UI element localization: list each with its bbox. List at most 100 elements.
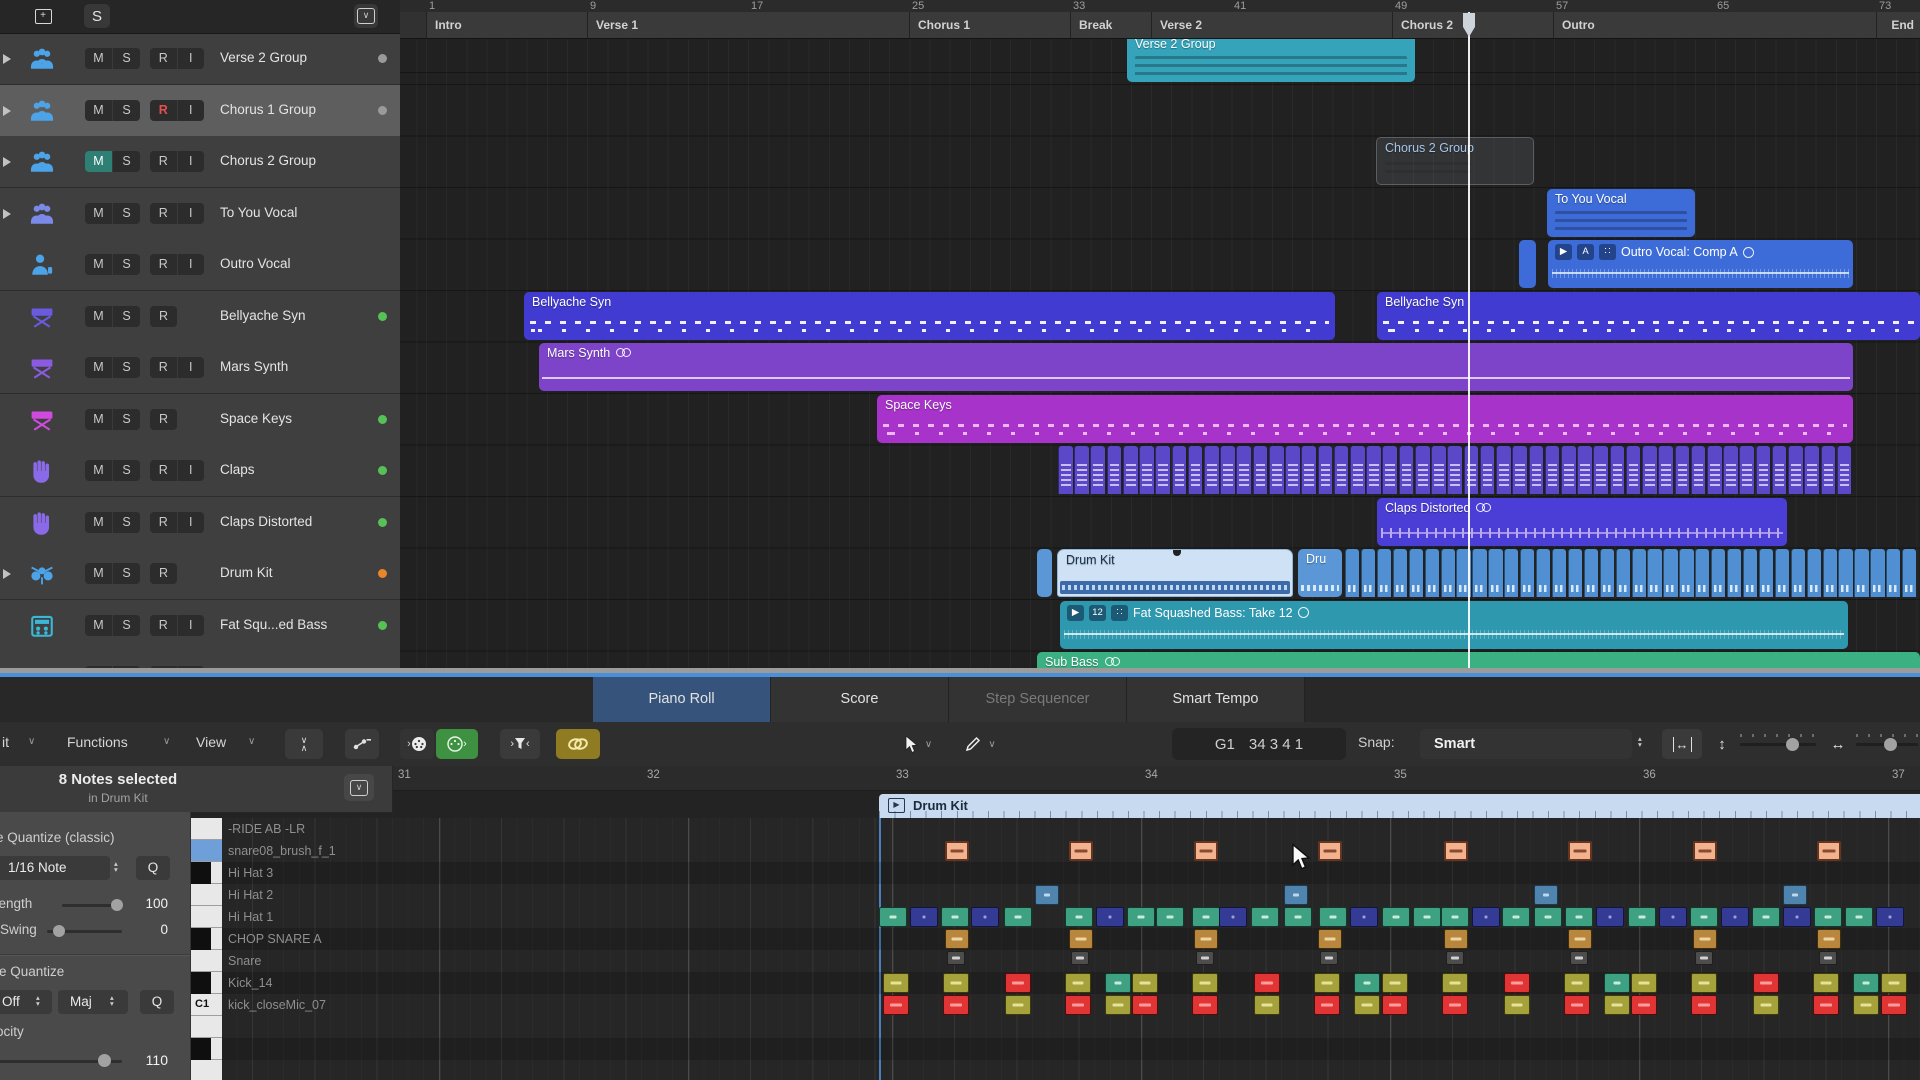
take-circle-icon[interactable]: [1743, 247, 1754, 258]
note-olive[interactable]: [1382, 973, 1408, 993]
note-olive[interactable]: [1691, 973, 1717, 993]
clap-segment[interactable]: [1447, 446, 1462, 494]
piano-key-2[interactable]: [190, 862, 222, 884]
drum-segment[interactable]: [1345, 549, 1359, 597]
solo-button[interactable]: S: [113, 460, 140, 481]
region-to-you-vocal[interactable]: To You Vocal: [1547, 189, 1695, 237]
note-olive[interactable]: [1881, 973, 1907, 993]
clap-segment[interactable]: [1610, 446, 1625, 494]
note-teal[interactable]: [1065, 907, 1093, 927]
note-blue[interactable]: [1534, 885, 1558, 905]
clap-segment[interactable]: [1220, 446, 1235, 494]
play-icon[interactable]: ▶: [1067, 605, 1084, 621]
solo-button[interactable]: S: [113, 100, 140, 121]
drum-segment[interactable]: [1870, 549, 1884, 597]
note-hblue[interactable]: [1876, 907, 1904, 927]
note-red[interactable]: [1382, 995, 1408, 1015]
note-teal[interactable]: [1502, 907, 1530, 927]
drum-segment[interactable]: [1472, 549, 1486, 597]
solo-button[interactable]: S: [113, 563, 140, 584]
snap-stepper-icon[interactable]: ▴▾: [1638, 736, 1642, 748]
marker-intro[interactable]: Intro: [426, 12, 587, 38]
drum-segment[interactable]: [1791, 549, 1805, 597]
region-claps-distorted[interactable]: Claps Distorted: [1377, 498, 1787, 546]
note-teal[interactable]: [879, 907, 907, 927]
clap-segment[interactable]: [1561, 446, 1576, 494]
note-peach-selected[interactable]: [1817, 841, 1841, 861]
clap-segment[interactable]: [1577, 446, 1592, 494]
play-icon[interactable]: ▶: [1555, 244, 1572, 260]
note-red[interactable]: [1442, 995, 1468, 1015]
record-enable-button[interactable]: R: [150, 409, 177, 430]
note-olive[interactable]: [1314, 973, 1340, 993]
piano-key-11[interactable]: [190, 1060, 222, 1080]
record-enable-button[interactable]: R: [150, 512, 178, 533]
clap-segment[interactable]: [1172, 446, 1187, 494]
note-grey[interactable]: [1446, 951, 1464, 965]
menu-view[interactable]: View: [196, 734, 226, 750]
region-outro-vocal-comp-a[interactable]: ▶A∷Outro Vocal: Comp A: [1548, 240, 1853, 288]
note-teal[interactable]: [1752, 907, 1780, 927]
scale-root-dropdown[interactable]: Off: [0, 990, 52, 1014]
region-play-icon[interactable]: ▶: [888, 798, 905, 813]
track-row-chorus-2-group[interactable]: MSRIChorus 2 Group: [0, 136, 400, 188]
drum-segment[interactable]: [1902, 549, 1916, 597]
note-hblue[interactable]: [1096, 907, 1124, 927]
note-teal[interactable]: [1565, 907, 1593, 927]
drum-segment[interactable]: [1695, 549, 1709, 597]
drum-segment[interactable]: [1616, 549, 1630, 597]
midi-in-button[interactable]: ›: [400, 729, 434, 759]
note-grey[interactable]: [1819, 951, 1837, 965]
solo-button[interactable]: S: [113, 306, 140, 327]
piano-key-1[interactable]: [190, 840, 222, 862]
bar-ruler[interactable]: 191725334149576573: [400, 0, 1920, 12]
solo-button[interactable]: S: [113, 357, 140, 378]
note-hblue[interactable]: [1721, 907, 1749, 927]
clap-segment[interactable]: [1090, 446, 1105, 494]
record-enable-button[interactable]: R: [150, 306, 177, 327]
note-peach-selected[interactable]: [1444, 841, 1468, 861]
drum-segment[interactable]: [1536, 549, 1550, 597]
quantize-apply-button[interactable]: Q: [136, 856, 170, 880]
pencil-tool-button[interactable]: ∨: [953, 729, 1007, 759]
note-tan[interactable]: [1318, 929, 1342, 949]
region-space-keys[interactable]: Space Keys: [877, 395, 1853, 443]
piano-roll-note-area[interactable]: ▶ Drum Kit -RIDE AB -LRsnare08_brush_f_1…: [190, 790, 1920, 1080]
track-row-sub-bass[interactable]: MSRISub Bass: [0, 651, 400, 668]
record-enable-button[interactable]: R: [150, 460, 178, 481]
quantize-value-dropdown[interactable]: 1/16 Note: [0, 856, 110, 880]
note-olive[interactable]: [1504, 995, 1530, 1015]
note-tan[interactable]: [1069, 929, 1093, 949]
disclosure-triangle-icon[interactable]: [3, 209, 11, 219]
clap-segment[interactable]: [1188, 446, 1203, 494]
collapse-mode-button[interactable]: ∨∧: [285, 729, 323, 759]
piano-key-C1[interactable]: C1: [190, 994, 222, 1016]
input-monitor-button[interactable]: I: [178, 512, 205, 533]
note-teal[interactable]: [1690, 907, 1718, 927]
note-teal[interactable]: [1319, 907, 1347, 927]
track-row-verse-2-group[interactable]: MSRIVerse 2 Group: [0, 33, 400, 85]
note-red[interactable]: [1504, 973, 1530, 993]
region-mars-synth[interactable]: Mars Synth: [539, 343, 1853, 391]
velocity-thumb[interactable]: [98, 1054, 111, 1067]
note-grey[interactable]: [1071, 951, 1089, 965]
track-row-drum-kit[interactable]: MSRDrum Kit: [0, 548, 400, 600]
note-teal[interactable]: [1382, 907, 1410, 927]
clap-segment[interactable]: [1512, 446, 1527, 494]
clap-segment[interactable]: [1236, 446, 1251, 494]
region-fat-squashed-bass-take-12[interactable]: ▶12∷Fat Squashed Bass: Take 12: [1060, 601, 1848, 649]
track-row-chorus-1-group[interactable]: MSRIChorus 1 Group: [0, 85, 400, 137]
swing-thumb[interactable]: [53, 925, 65, 937]
note-olive[interactable]: [883, 973, 909, 993]
track-row-claps-distorted[interactable]: MSRIClaps Distorted: [0, 497, 400, 549]
drum-segment[interactable]: [1679, 549, 1693, 597]
track-row-bellyache-syn[interactable]: MSRBellyache Syn: [0, 291, 400, 343]
solo-button[interactable]: S: [113, 151, 140, 172]
clap-segment[interactable]: [1269, 446, 1284, 494]
note-teal[interactable]: [1156, 907, 1184, 927]
drum-segment[interactable]: [1711, 549, 1725, 597]
solo-button[interactable]: S: [113, 48, 140, 69]
note-grey[interactable]: [1695, 951, 1713, 965]
note-teal[interactable]: [1534, 907, 1562, 927]
drum-segment[interactable]: [1425, 549, 1439, 597]
